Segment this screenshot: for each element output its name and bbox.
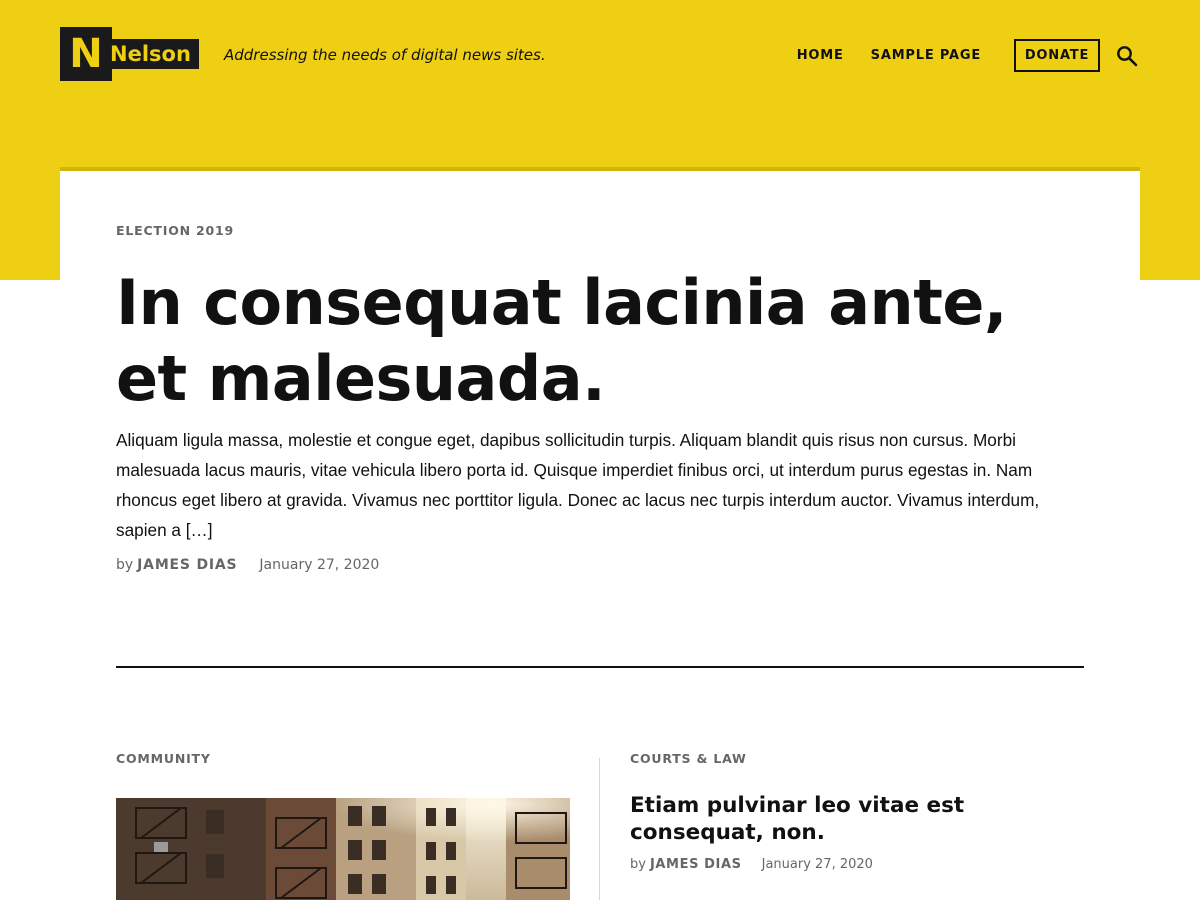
primary-nav: HOME SAMPLE PAGE DONATE: [797, 39, 1138, 72]
featured-date: January 27, 2020: [259, 557, 380, 573]
donate-button[interactable]: DONATE: [1014, 39, 1100, 72]
post-image[interactable]: [116, 798, 570, 900]
post-category[interactable]: COMMUNITY: [116, 751, 570, 766]
post-card-courts: COURTS & LAW Etiam pulvinar leo vitae es…: [630, 751, 1084, 900]
featured-author[interactable]: JAMES DIAS: [137, 557, 237, 573]
city-alley-photo: [116, 798, 570, 900]
post-author[interactable]: JAMES DIAS: [650, 857, 742, 872]
byline-prefix: by: [630, 857, 646, 872]
featured-excerpt: Aliquam ligula massa, molestie et congue…: [116, 430, 1040, 540]
byline-prefix: by: [116, 557, 134, 573]
post-byline: by JAMES DIAS January 27, 2020: [630, 857, 1084, 872]
site-header: N Nelson Addressing the needs of digital…: [0, 0, 1200, 110]
post-date: January 27, 2020: [761, 857, 873, 872]
post-category[interactable]: COURTS & LAW: [630, 751, 1084, 766]
logo-wordmark: Nelson: [104, 39, 199, 69]
featured-category[interactable]: ELECTION 2019: [116, 223, 234, 238]
post-card-community: COMMUNITY: [116, 751, 570, 900]
nav-home[interactable]: HOME: [797, 48, 844, 63]
search-icon: [1117, 45, 1138, 66]
site-tagline: Addressing the needs of digital news sit…: [224, 46, 546, 64]
site-logo[interactable]: N Nelson: [60, 27, 199, 81]
column-divider: [599, 758, 600, 900]
search-button[interactable]: [1116, 45, 1138, 67]
featured-title[interactable]: In consequat lacinia ante, et malesuada.: [116, 265, 1096, 417]
content-card: ELECTION 2019 In consequat lacinia ante,…: [60, 167, 1140, 900]
featured-byline: by JAMES DIAS January 27, 2020: [116, 557, 379, 573]
nav-sample-page[interactable]: SAMPLE PAGE: [871, 48, 981, 63]
section-divider: [116, 666, 1084, 668]
post-title[interactable]: Etiam pulvinar leo vitae est consequat, …: [630, 792, 1050, 846]
